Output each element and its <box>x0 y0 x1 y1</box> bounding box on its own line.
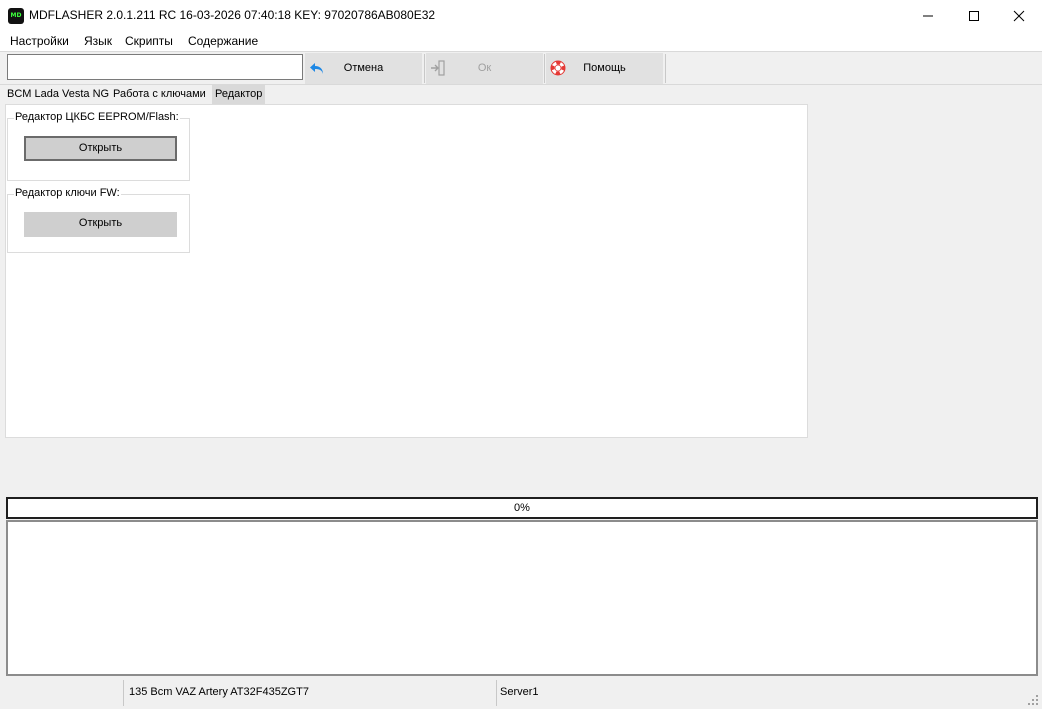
title-bar: MD MDFLASHER 2.0.1.211 RC 16-03-2026 07:… <box>0 0 1042 31</box>
resize-grip-icon[interactable] <box>1028 695 1038 705</box>
menu-scripts[interactable]: Скрипты <box>125 34 173 48</box>
ok-label: Ок <box>477 62 492 74</box>
status-separator <box>123 680 124 706</box>
menu-bar: Настройки Язык Скрипты Содержание <box>0 31 1042 51</box>
progress-text: 0% <box>514 502 530 514</box>
editor-panel: Редактор ЦКБС EEPROM/Flash: Открыть Реда… <box>5 104 808 438</box>
cancel-label: Отмена <box>343 62 384 74</box>
help-label: Помощь <box>583 62 626 74</box>
app-logo-icon: MD <box>8 8 24 24</box>
close-icon <box>1013 10 1025 21</box>
minimize-button[interactable] <box>905 0 951 31</box>
menu-contents[interactable]: Содержание <box>188 34 258 48</box>
fw-keys-editor-group: Редактор ключи FW: Открыть <box>7 187 190 253</box>
close-button[interactable] <box>996 0 1042 31</box>
status-bar: 135 Bcm VAZ Artery AT32F435ZGT7 Server1 <box>0 680 1042 709</box>
progress-bar: 0% <box>6 497 1038 519</box>
maximize-button[interactable] <box>951 0 997 31</box>
status-server: Server1 <box>500 686 539 698</box>
maximize-icon <box>969 10 979 21</box>
window-title: MDFLASHER 2.0.1.211 RC 16-03-2026 07:40:… <box>29 8 436 22</box>
minimize-icon <box>923 15 933 16</box>
eeprom-open-button[interactable]: Открыть <box>24 136 177 161</box>
toolbar: Отмена Ок Помощь <box>0 51 1042 85</box>
eeprom-editor-group-title: Редактор ЦКБС EEPROM/Flash: <box>14 111 180 123</box>
tab-key-work[interactable]: Работа с ключами <box>110 85 209 104</box>
status-device: 135 Bcm VAZ Artery AT32F435ZGT7 <box>129 686 309 698</box>
menu-settings[interactable]: Настройки <box>10 34 69 48</box>
fw-keys-editor-group-title: Редактор ключи FW: <box>14 187 121 199</box>
tab-bcm-lada-vesta-ng[interactable]: BCM Lada Vesta NG <box>4 85 112 104</box>
eeprom-editor-group: Редактор ЦКБС EEPROM/Flash: Открыть <box>7 111 190 181</box>
toolbar-separator <box>544 54 545 83</box>
status-separator <box>496 680 497 706</box>
fw-keys-open-button[interactable]: Открыть <box>24 212 177 237</box>
ok-button[interactable]: Ок <box>426 53 543 84</box>
toolbar-separator <box>665 54 666 83</box>
cancel-button[interactable]: Отмена <box>305 53 422 84</box>
toolbar-separator <box>424 54 425 83</box>
log-output[interactable] <box>6 520 1038 676</box>
command-input[interactable] <box>7 54 303 80</box>
help-button[interactable]: Помощь <box>546 53 663 84</box>
tab-editor[interactable]: Редактор <box>212 85 266 104</box>
menu-language[interactable]: Язык <box>84 34 112 48</box>
